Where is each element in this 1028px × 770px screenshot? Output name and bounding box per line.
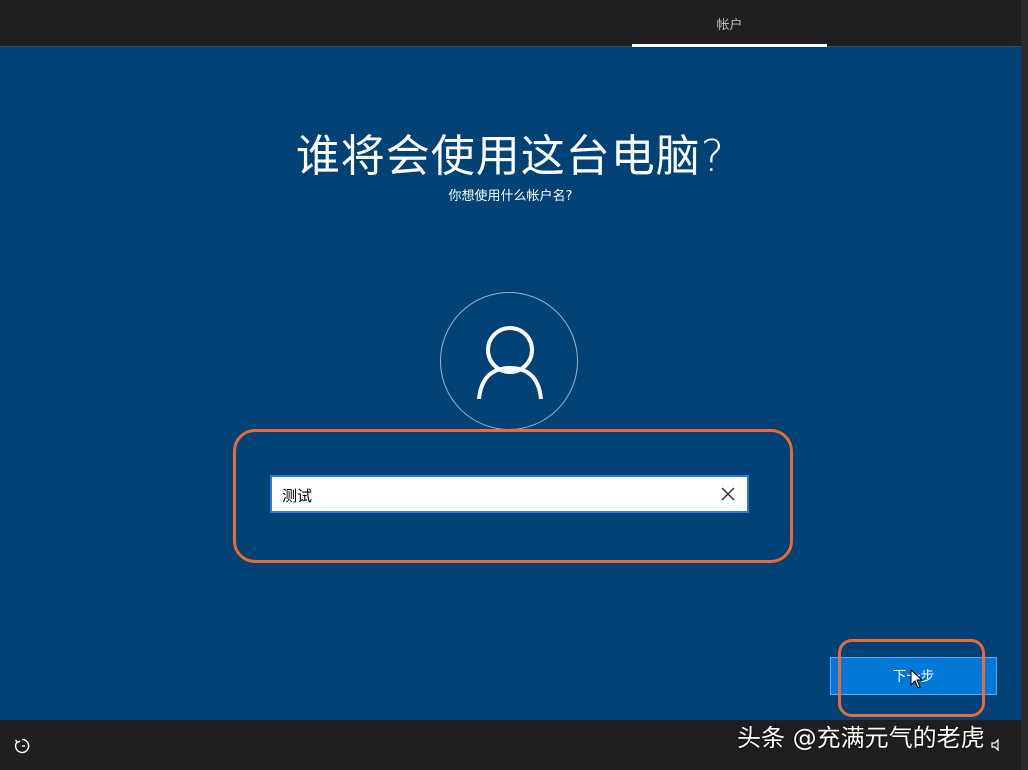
page-subtitle: 你想使用什么帐户名? (448, 189, 573, 204)
top-bar: 帐户 (0, 0, 1021, 47)
avatar (440, 292, 578, 430)
close-icon[interactable] (719, 485, 737, 503)
ease-of-access-icon[interactable] (13, 737, 31, 755)
username-field[interactable]: 测试 (270, 475, 749, 513)
volume-icon[interactable] (990, 738, 1004, 752)
watermark: 头条 @充满元气的老虎 (737, 724, 985, 752)
username-value: 测试 (282, 487, 313, 505)
mouse-cursor-icon (910, 669, 924, 689)
user-icon (477, 326, 543, 400)
page-title: 谁将会使用这台电脑? (295, 131, 726, 182)
tab-account: 帐户 (716, 17, 743, 33)
window-edge (1021, 0, 1028, 770)
